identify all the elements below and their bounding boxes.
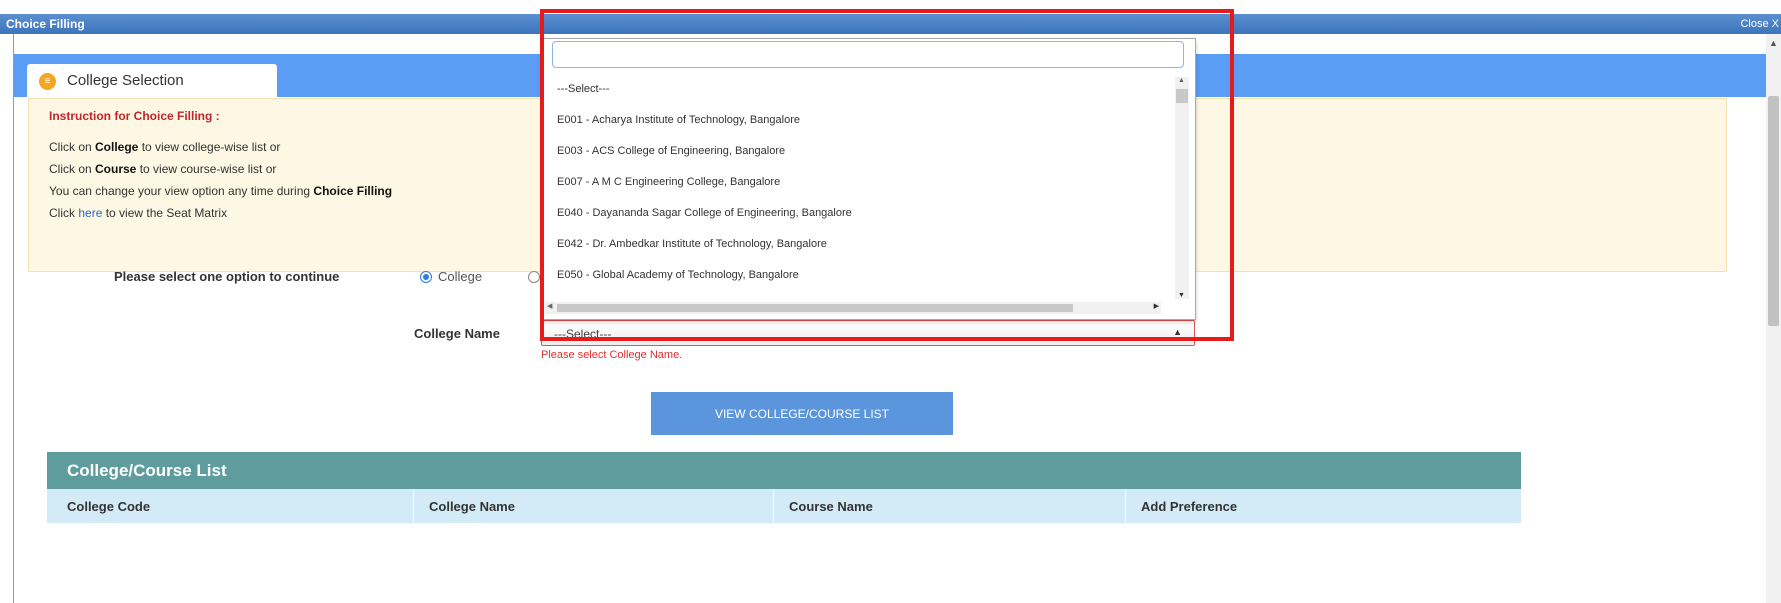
instruction-text: Click xyxy=(49,206,79,220)
instruction-text: You can change your view option any time… xyxy=(49,184,314,198)
instruction-bold: College xyxy=(95,140,139,154)
list-header: College/Course List xyxy=(47,452,1521,489)
page-scrollbar[interactable]: ▲ xyxy=(1766,34,1781,603)
instruction-line: Click on College to view college-wise li… xyxy=(49,140,280,154)
instruction-bold: Course xyxy=(95,162,137,176)
course-radio[interactable] xyxy=(528,271,540,283)
tab-label: College Selection xyxy=(67,72,184,89)
close-button[interactable]: Close X xyxy=(1740,14,1779,34)
window-title: Choice Filling xyxy=(6,17,85,31)
instruction-text: to view the Seat Matrix xyxy=(102,206,228,220)
instruction-text: to view college-wise list or xyxy=(138,140,281,154)
instruction-text: Click on xyxy=(49,140,96,154)
table-header-row: College Code College Name Course Name Ad… xyxy=(47,489,1521,523)
list-icon: ≡ xyxy=(39,73,56,90)
column-divider xyxy=(773,489,774,523)
scroll-up-icon[interactable]: ▲ xyxy=(1769,38,1778,48)
column-header: College Code xyxy=(67,499,151,514)
view-college-course-list-button[interactable]: VIEW COLLEGE/COURSE LIST xyxy=(651,392,953,435)
list-title: College/Course List xyxy=(67,461,227,480)
validation-error: Please select College Name. xyxy=(541,349,683,361)
column-divider xyxy=(1125,489,1126,523)
column-header: Add Preference xyxy=(1141,499,1238,514)
college-name-label: College Name xyxy=(414,326,500,341)
instruction-text: to view course-wise list or xyxy=(136,162,277,176)
instruction-heading: Instruction for Choice Filling : xyxy=(49,109,220,123)
instruction-text: Click on xyxy=(49,162,96,176)
instruction-line: You can change your view option any time… xyxy=(49,184,392,198)
seat-matrix-link[interactable]: here xyxy=(78,206,102,220)
scrollbar-thumb[interactable] xyxy=(1768,96,1779,326)
tab-college-selection[interactable]: ≡ College Selection xyxy=(27,64,277,98)
instruction-line: Click here to view the Seat Matrix xyxy=(49,206,227,220)
option-prompt: Please select one option to continue xyxy=(114,269,340,284)
window-frame-left xyxy=(0,34,14,603)
instruction-bold: Choice Filling xyxy=(313,184,393,198)
column-header: College Name xyxy=(429,499,515,514)
column-header: Course Name xyxy=(789,499,873,514)
college-radio[interactable] xyxy=(420,271,432,283)
column-divider xyxy=(413,489,414,523)
highlight-box xyxy=(540,9,1234,341)
instruction-line: Click on Course to view course-wise list… xyxy=(49,162,276,176)
college-radio-label[interactable]: College xyxy=(438,269,482,284)
